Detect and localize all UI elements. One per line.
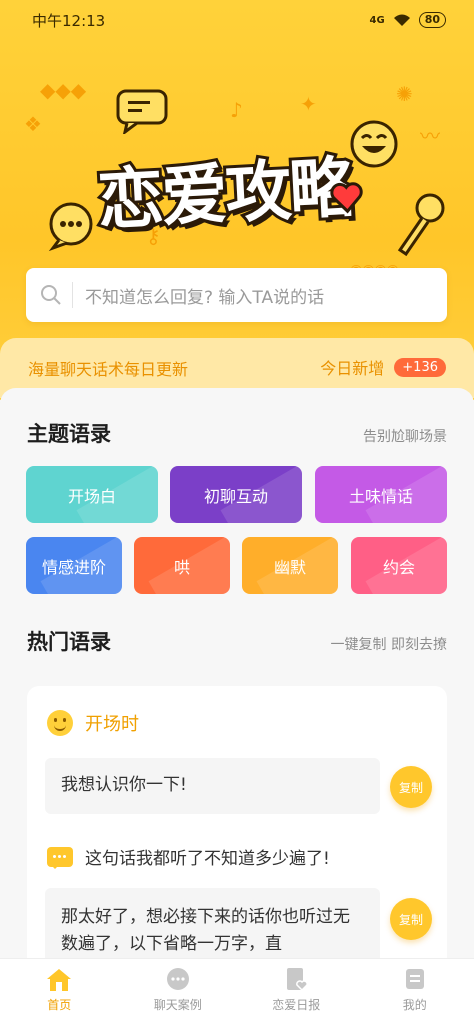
profile-icon bbox=[405, 969, 424, 989]
new-count-badge: +136 bbox=[394, 357, 446, 377]
sparkle-icon: ◆◆◆ bbox=[40, 78, 87, 102]
tab-bar: 首页 聊天案例 恋爱日报 我的 bbox=[0, 958, 474, 1021]
star-icon: ✦ bbox=[300, 92, 317, 116]
copy-button[interactable]: 复制 bbox=[390, 898, 432, 940]
microphone-icon bbox=[397, 193, 445, 257]
heart-icon bbox=[330, 182, 363, 214]
theme-tile-coax[interactable]: 哄 bbox=[134, 537, 230, 594]
hot-header: 热门语录 一键复制 即刻去撩 bbox=[27, 626, 447, 656]
themes-subtitle: 告别尬聊场景 bbox=[363, 429, 447, 445]
search-icon bbox=[41, 285, 61, 305]
tab-love-daily[interactable]: 恋爱日报 bbox=[237, 959, 356, 1021]
theme-tile-cheesy-lines[interactable]: 土味情话 bbox=[315, 466, 447, 523]
hero-banner: 中午12:13 4G 80 ◆◆◆ ✦ ♪ ✺ 〰 ⚷ ◉◉◉◉ ❖ 恋爱攻略 bbox=[0, 0, 474, 400]
lamp-icon: ✺ bbox=[396, 82, 413, 106]
status-time: 中午12:13 bbox=[32, 11, 106, 30]
theme-tile-humor[interactable]: 幽默 bbox=[242, 537, 338, 594]
chat-bubble-icon bbox=[116, 89, 168, 134]
theme-tile-advance[interactable]: 情感进阶 bbox=[26, 537, 122, 594]
card-heading: 开场时 bbox=[85, 714, 139, 735]
quote-text: 我想认识你一下! bbox=[45, 758, 380, 814]
today-new-label: 今日新增 bbox=[320, 359, 385, 378]
network-indicator: 4G bbox=[369, 14, 385, 26]
app-title: 恋爱攻略 bbox=[93, 133, 379, 242]
search-divider bbox=[72, 282, 73, 308]
music-note-icon: ♪ bbox=[230, 98, 243, 122]
copy-button[interactable]: 复制 bbox=[390, 766, 432, 808]
speech-bubble-icon bbox=[48, 202, 93, 252]
star-icon: ❖ bbox=[24, 112, 42, 136]
hot-subtitle: 一键复制 即刻去撩 bbox=[330, 637, 447, 653]
chat-icon bbox=[166, 968, 189, 990]
wifi-icon bbox=[393, 14, 410, 26]
sparkle-icon: 〰 bbox=[420, 124, 440, 148]
status-bar: 中午12:13 4G 80 bbox=[0, 0, 474, 40]
quote-prompt: 这句话我都听了不知道多少遍了! bbox=[85, 849, 330, 869]
home-icon bbox=[47, 969, 72, 991]
hot-title: 热门语录 bbox=[27, 630, 111, 654]
battery-icon: 80 bbox=[418, 12, 446, 28]
tab-mine[interactable]: 我的 bbox=[356, 959, 474, 1021]
search-bar[interactable]: 不知道怎么回复? 输入TA说的话 bbox=[26, 268, 447, 322]
smile-icon bbox=[47, 710, 73, 736]
search-input[interactable]: 不知道怎么回复? 输入TA说的话 bbox=[85, 283, 324, 308]
daily-report-icon bbox=[287, 968, 309, 992]
tab-chat-cases[interactable]: 聊天案例 bbox=[119, 959, 238, 1021]
themes-header: 主题语录 告别尬聊场景 bbox=[27, 418, 447, 448]
theme-tile-first-chat[interactable]: 初聊互动 bbox=[170, 466, 302, 523]
theme-tile-date[interactable]: 约会 bbox=[351, 537, 447, 594]
themes-title: 主题语录 bbox=[27, 422, 111, 446]
chat-bubble-icon bbox=[47, 846, 73, 869]
theme-tile-opening[interactable]: 开场白 bbox=[26, 466, 158, 523]
quote-card: 开场时 我想认识你一下! 复制 这句话我都听了不知道多少遍了! 那太好了，想必接… bbox=[27, 686, 447, 978]
tab-home[interactable]: 首页 bbox=[0, 959, 119, 1021]
